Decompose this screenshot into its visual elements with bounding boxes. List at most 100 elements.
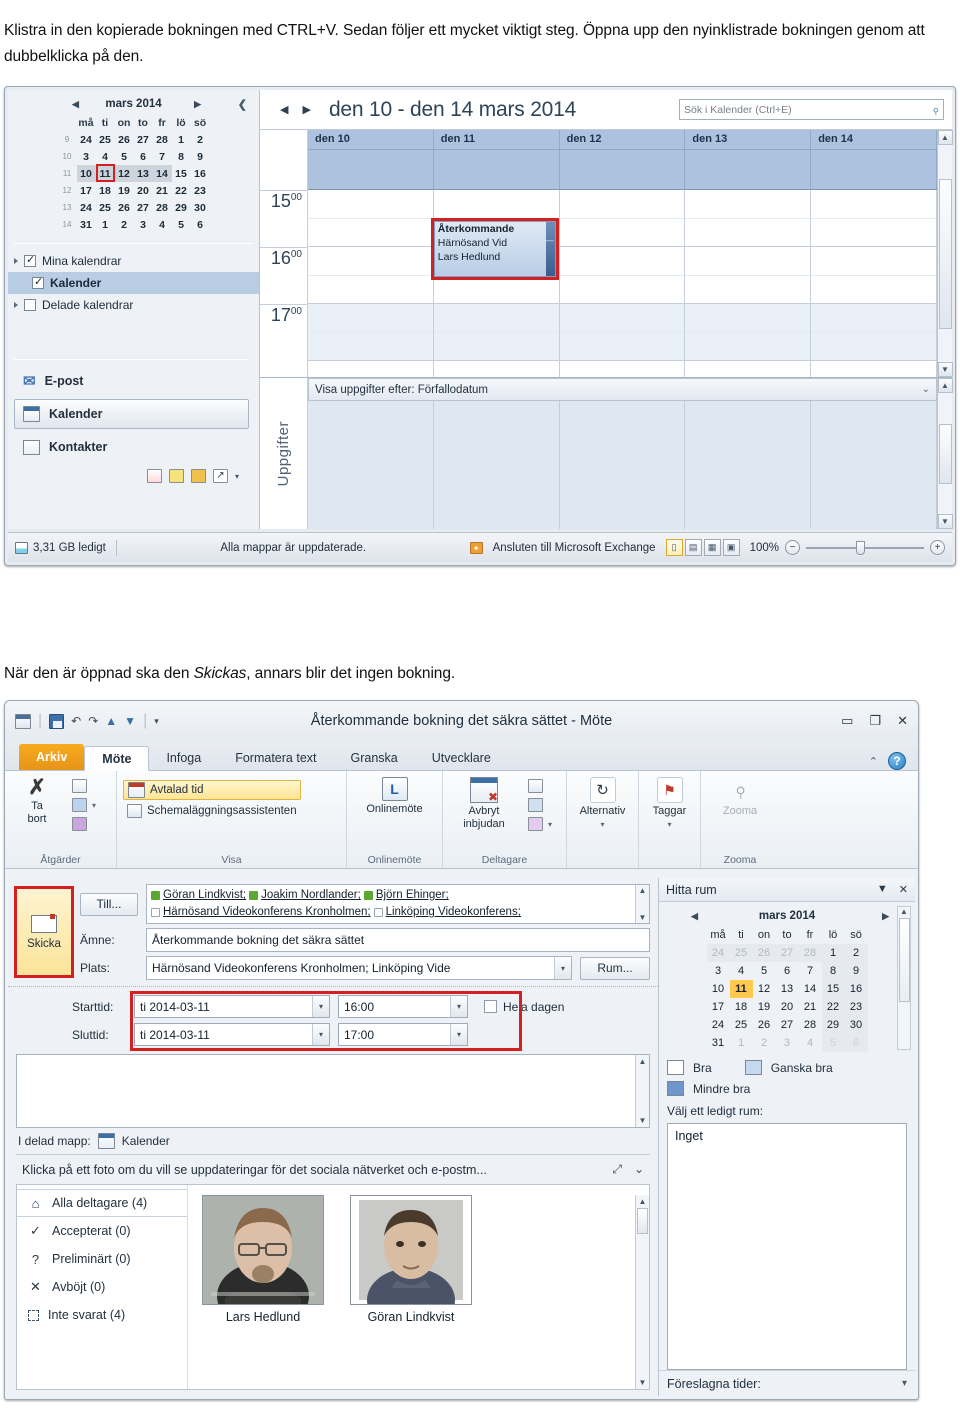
room-finder-day-cell[interactable]: 6 xyxy=(776,962,799,980)
mini-day-cell[interactable]: 2 xyxy=(191,131,210,148)
chevron-down-icon[interactable]: ⌄ xyxy=(922,384,930,395)
close-button[interactable]: ✕ xyxy=(897,713,908,729)
scroll-down-button[interactable]: ▼ xyxy=(937,362,953,377)
expand-triangle-icon[interactable] xyxy=(14,302,18,308)
mini-day-cell[interactable]: 14 xyxy=(152,165,172,182)
calendar-group-shared-calendars[interactable]: Delade kalendrar xyxy=(8,294,259,316)
mini-day-cell[interactable]: 9 xyxy=(191,148,210,165)
chevron-down-icon[interactable]: ▼ xyxy=(877,883,888,896)
location-dropdown-icon[interactable]: ▾ xyxy=(554,957,571,979)
mini-day-cell[interactable]: 4 xyxy=(153,216,172,233)
room-finder-day-cell[interactable]: 27 xyxy=(775,944,799,962)
overflow-chevron-icon[interactable]: ▾ xyxy=(235,472,239,481)
zoom-in-button[interactable]: + xyxy=(930,540,945,555)
end-time-combo[interactable]: 17:00 ▾ xyxy=(338,1023,468,1046)
start-date-combo[interactable]: ti 2014-03-11 ▾ xyxy=(134,995,330,1018)
scroll-up-button[interactable]: ▲ xyxy=(937,378,953,393)
mini-day-cell[interactable]: 22 xyxy=(172,182,191,199)
room-finder-day-cell[interactable]: 8 xyxy=(821,962,845,980)
module-button-calendar[interactable]: Kalender xyxy=(14,399,249,429)
chevron-down-icon[interactable]: ▾ xyxy=(312,1024,329,1045)
next-month-arrow-icon[interactable]: ▶ xyxy=(194,99,201,110)
room-finder-day-cell[interactable]: 19 xyxy=(753,998,776,1016)
avatar[interactable] xyxy=(202,1195,324,1305)
mini-day-cell[interactable]: 23 xyxy=(191,182,210,199)
room-finder-day-cell[interactable]: 24 xyxy=(707,1016,730,1034)
notes-icon[interactable] xyxy=(168,469,184,483)
filter-declined[interactable]: ✕ Avböjt (0) xyxy=(17,1273,187,1301)
mini-day-cell[interactable]: 15 xyxy=(172,165,191,182)
module-button-contacts[interactable]: Kontakter xyxy=(14,432,249,462)
forward-preview-button[interactable] xyxy=(68,778,100,794)
day-column[interactable] xyxy=(559,190,686,377)
room-finder-day-cell[interactable]: 4 xyxy=(730,962,753,980)
mini-day-cell[interactable]: 6 xyxy=(134,148,153,165)
room-finder-day-cell[interactable]: 1 xyxy=(730,1034,753,1052)
suggested-times-row[interactable]: Föreslagna tider: ▾ xyxy=(659,1370,915,1396)
options-button[interactable]: ↻ Alternativ ▾ xyxy=(573,774,632,829)
forward-button[interactable]: ▾ xyxy=(68,797,100,813)
chevron-down-icon[interactable]: ▾ xyxy=(902,1378,907,1389)
room-finder-day-cell[interactable]: 14 xyxy=(799,980,822,998)
room-finder-day-cell[interactable]: 23 xyxy=(844,998,868,1016)
scroll-down-button[interactable]: ▼ xyxy=(937,514,953,529)
redo-icon[interactable]: ↷ xyxy=(88,714,98,728)
mini-day-cell[interactable]: 3 xyxy=(134,216,153,233)
mini-day-cell[interactable]: 2 xyxy=(115,216,134,233)
tab-arkiv[interactable]: Arkiv xyxy=(19,744,85,770)
room-finder-day-cell[interactable]: 28 xyxy=(799,1016,822,1034)
mini-day-cell[interactable]: 25 xyxy=(96,131,115,148)
day-column[interactable] xyxy=(308,190,434,377)
all-day-checkbox-row[interactable]: Hela dagen xyxy=(484,1000,564,1014)
room-finder-day-cell[interactable]: 7 xyxy=(799,962,822,980)
scroll-down-button[interactable]: ▼ xyxy=(639,913,647,922)
room-finder-day-cell[interactable]: 28 xyxy=(798,944,822,962)
expand-icon[interactable]: ⤢ xyxy=(612,1162,622,1177)
meeting-body-editor[interactable]: ▲ ▼ xyxy=(16,1054,650,1128)
zoom-slider-thumb[interactable] xyxy=(856,540,865,555)
module-button-mail[interactable]: ✉ E-post xyxy=(14,366,249,396)
mini-day-cell[interactable]: 24 xyxy=(77,199,96,216)
expand-triangle-icon[interactable] xyxy=(14,258,18,264)
undo-icon[interactable]: ↶ xyxy=(71,714,81,728)
zoom-slider-track[interactable] xyxy=(806,540,924,555)
tab-utvecklare[interactable]: Utvecklare xyxy=(415,745,508,770)
room-finder-day-cell[interactable]: 26 xyxy=(752,944,776,962)
mini-day-cell[interactable]: 13 xyxy=(133,165,153,182)
day-header[interactable]: den 12 xyxy=(560,130,686,149)
room-finder-day-cell[interactable]: 3 xyxy=(776,1034,799,1052)
mini-day-cell[interactable]: 5 xyxy=(172,216,191,233)
scroll-down-button[interactable]: ▼ xyxy=(639,1116,647,1125)
day-header[interactable]: den 11 xyxy=(434,130,560,149)
mini-day-cell[interactable]: 26 xyxy=(115,131,134,148)
prev-week-arrow-icon[interactable]: ◀ xyxy=(280,103,288,116)
calendar-search-box[interactable]: Sök i Kalender (Ctrl+E) ⌕ xyxy=(679,99,944,120)
online-meeting-button[interactable]: L Onlinemöte xyxy=(353,774,436,816)
scrollbar-thumb[interactable] xyxy=(938,423,952,484)
room-list-box[interactable]: Inget xyxy=(667,1123,907,1370)
next-week-arrow-icon[interactable]: ▶ xyxy=(302,103,310,116)
day-column[interactable] xyxy=(685,190,812,377)
search-icon[interactable]: ⌕ xyxy=(927,101,943,117)
down-arrow-icon[interactable]: ▼ xyxy=(124,714,136,728)
mini-day-cell[interactable]: 19 xyxy=(115,182,134,199)
scroll-up-button[interactable]: ▲ xyxy=(937,130,953,145)
mini-day-cell[interactable]: 6 xyxy=(191,216,210,233)
check-names-button[interactable] xyxy=(524,797,556,813)
chevron-down-icon[interactable]: ▾ xyxy=(667,820,671,829)
room-finder-day-cell[interactable]: 10 xyxy=(707,980,730,998)
all-day-event-area[interactable] xyxy=(308,150,937,190)
room-finder-day-cell[interactable]: 2 xyxy=(844,944,868,962)
body-scrollbar[interactable]: ▲ ▼ xyxy=(635,1055,649,1127)
zoom-out-button[interactable]: − xyxy=(785,540,800,555)
mini-day-cell[interactable]: 20 xyxy=(134,182,153,199)
mini-day-cell[interactable]: 12 xyxy=(114,165,134,182)
onenote-button[interactable] xyxy=(68,816,100,832)
address-book-button[interactable] xyxy=(524,778,556,794)
mini-day-cell[interactable]: 29 xyxy=(172,199,191,216)
room-finder-day-cell[interactable]: 21 xyxy=(799,998,822,1016)
tab-granska[interactable]: Granska xyxy=(334,745,415,770)
room-finder-day-cell-selected[interactable]: 11 xyxy=(729,980,753,998)
up-arrow-icon[interactable]: ▲ xyxy=(105,714,117,728)
minimize-button[interactable]: ▭ xyxy=(841,713,853,729)
